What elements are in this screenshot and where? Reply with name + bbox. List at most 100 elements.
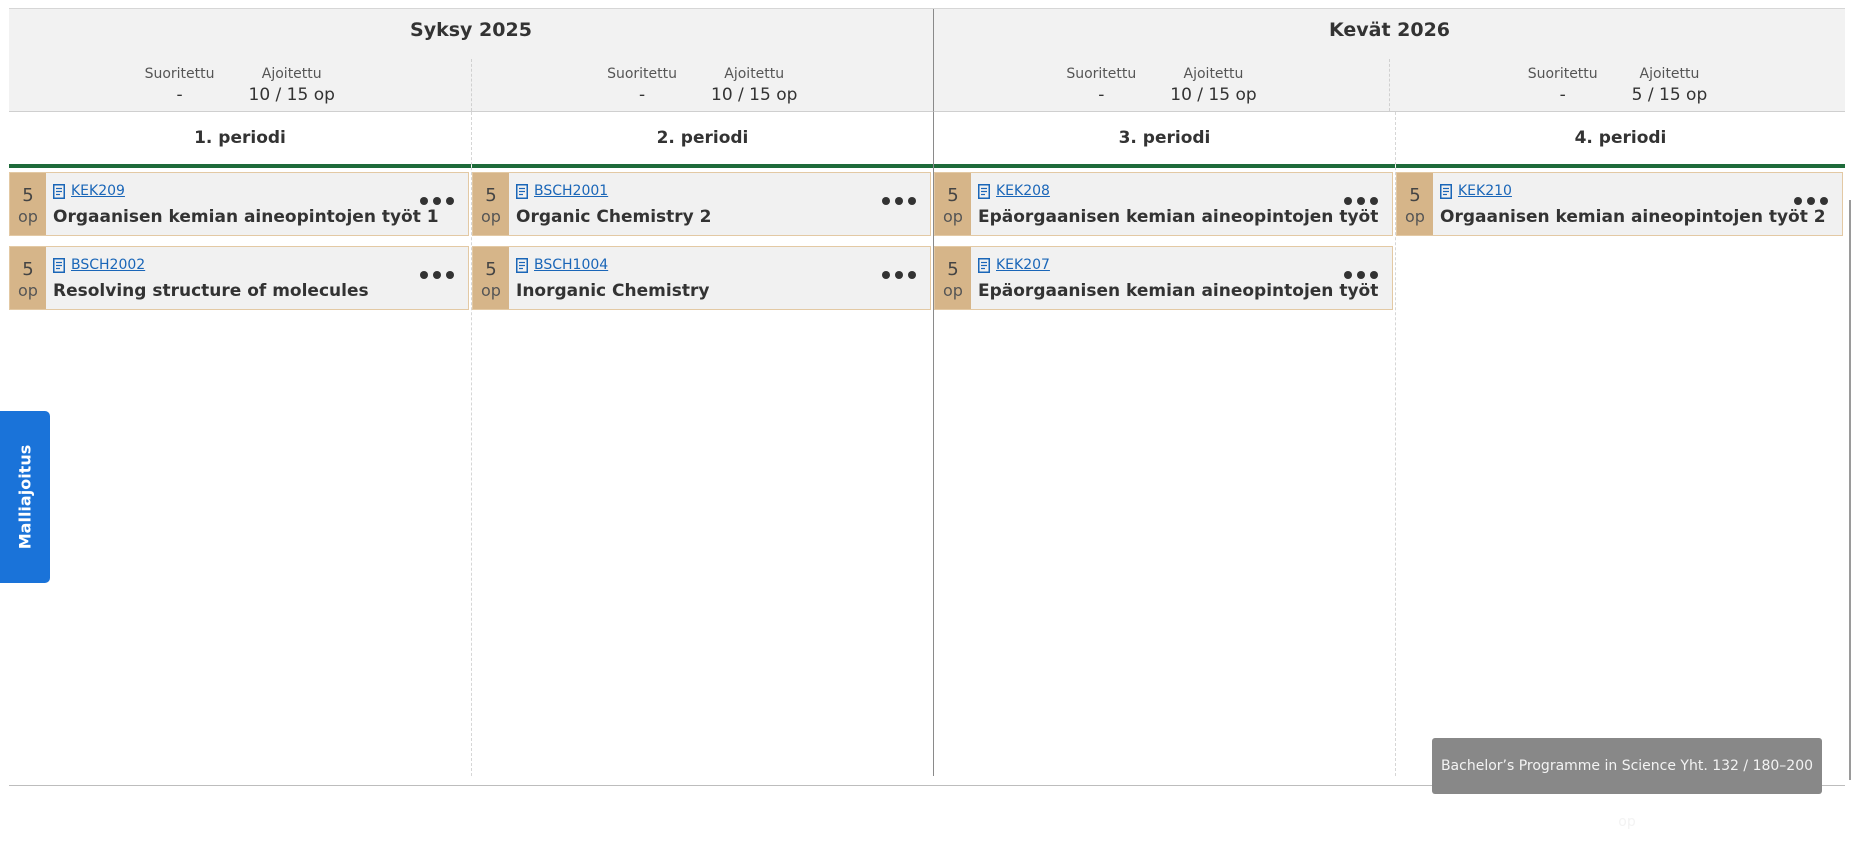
more-horizontal-icon <box>420 271 428 279</box>
credit-unit: op <box>943 281 963 300</box>
more-options-button[interactable] <box>1344 189 1378 213</box>
course-card[interactable]: 5 op BSCH2002 Resolving structure of mol… <box>9 246 469 310</box>
more-horizontal-icon <box>446 197 454 205</box>
more-horizontal-icon <box>1794 197 1802 205</box>
credit-unit: op <box>18 281 38 300</box>
credit-badge: 5 op <box>935 247 971 309</box>
credit-badge: 5 op <box>473 173 509 235</box>
completed-stat: Suoritettu - <box>145 66 215 105</box>
more-horizontal-icon <box>1820 197 1828 205</box>
course-card[interactable]: 5 op BSCH2001 Organic Chemistry 2 <box>472 172 931 236</box>
more-options-button[interactable] <box>882 189 916 213</box>
scheduled-stat: Ajoitettu 10 / 15 op <box>249 66 335 105</box>
scheduled-label: Ajoitettu <box>1183 66 1244 82</box>
credit-badge: 5 op <box>935 173 971 235</box>
programme-summary-toast: Bachelor’s Programme in Science Yht. 132… <box>1432 738 1822 830</box>
course-card[interactable]: 5 op KEK208 Epäorgaanisen kemian aineopi… <box>934 172 1393 236</box>
course-code-link[interactable]: BSCH2002 <box>71 257 145 273</box>
semester-title: Syksy 2025 <box>410 19 532 41</box>
course-card[interactable]: 5 op BSCH1004 Inorganic Chemistry <box>472 246 931 310</box>
credit-value: 5 <box>485 185 497 206</box>
completed-label: Suoritettu <box>144 66 215 82</box>
vertical-scrollbar[interactable] <box>1849 200 1851 780</box>
completed-label: Suoritettu <box>607 66 678 82</box>
period-stats: Suoritettu - Ajoitettu 10 / 15 op <box>934 59 1389 111</box>
document-icon <box>978 257 990 273</box>
course-name: Epäorgaanisen kemian aineopintojen työt <box>978 281 1379 301</box>
course-code-link[interactable]: BSCH1004 <box>534 257 608 273</box>
semester-title: Kevät 2026 <box>1328 19 1451 41</box>
scheduled-value: 10 / 15 op <box>711 85 798 105</box>
scheduled-stat: Ajoitettu 10 / 15 op <box>1170 66 1256 105</box>
credit-value: 5 <box>22 259 34 280</box>
document-icon <box>978 183 990 199</box>
more-options-button[interactable] <box>1794 189 1828 213</box>
more-horizontal-icon <box>433 197 441 205</box>
credit-value: 5 <box>485 259 497 280</box>
credit-unit: op <box>481 281 501 300</box>
malliajoitus-tab[interactable]: Malliajoitus <box>0 411 50 583</box>
semester-header: Syksy 2025 Suoritettu - Ajoitettu 10 / 1… <box>9 9 933 112</box>
scheduled-value: 5 / 15 op <box>1631 85 1708 105</box>
completed-value: - <box>176 85 183 105</box>
credit-unit: op <box>18 207 38 226</box>
scheduled-label: Ajoitettu <box>724 66 785 82</box>
credit-unit: op <box>1405 207 1425 226</box>
more-horizontal-icon <box>420 197 428 205</box>
period-title: 1. periodi <box>9 112 471 168</box>
more-options-button[interactable] <box>420 263 454 287</box>
completed-stat: Suoritettu - <box>607 66 677 105</box>
course-name: Orgaanisen kemian aineopintojen työt 1 <box>53 207 439 227</box>
period-column: 4. periodi 5 op KEK210 Orgaanisen kemian… <box>1395 112 1845 776</box>
more-horizontal-icon <box>1357 271 1365 279</box>
semester-stats: Suoritettu - Ajoitettu 10 / 15 op Suorit… <box>9 59 933 111</box>
more-horizontal-icon <box>1370 271 1378 279</box>
semester-header-row: Syksy 2025 Suoritettu - Ajoitettu 10 / 1… <box>9 9 1845 112</box>
more-horizontal-icon <box>1807 197 1815 205</box>
completed-value: - <box>1559 85 1566 105</box>
credit-unit: op <box>943 207 963 226</box>
document-icon <box>53 183 65 199</box>
course-card[interactable]: 5 op KEK209 Orgaanisen kemian aineopinto… <box>9 172 469 236</box>
period-stats: Suoritettu - Ajoitettu 5 / 15 op <box>1389 59 1845 111</box>
study-plan-board: Syksy 2025 Suoritettu - Ajoitettu 10 / 1… <box>9 8 1845 786</box>
period-stats: Suoritettu - Ajoitettu 10 / 15 op <box>9 59 471 111</box>
scheduled-stat: Ajoitettu 10 / 15 op <box>711 66 797 105</box>
period-title: 4. periodi <box>1396 112 1845 168</box>
more-horizontal-icon <box>1370 197 1378 205</box>
more-horizontal-icon <box>1344 197 1352 205</box>
period-title: 3. periodi <box>934 112 1395 168</box>
completed-value: - <box>1098 85 1105 105</box>
period-column: 2. periodi 5 op BSCH2001 Organic Chemist… <box>471 112 933 776</box>
course-code-link[interactable]: KEK207 <box>996 257 1050 273</box>
period-column: 3. periodi 5 op KEK208 Epäorgaanisen kem… <box>933 112 1395 776</box>
more-options-button[interactable] <box>1344 263 1378 287</box>
credit-badge: 5 op <box>10 173 46 235</box>
course-code-link[interactable]: KEK209 <box>71 183 125 199</box>
period-title: 2. periodi <box>472 112 933 168</box>
credit-badge: 5 op <box>473 247 509 309</box>
scheduled-label: Ajoitettu <box>1639 66 1700 82</box>
semester-header: Kevät 2026 Suoritettu - Ajoitettu 10 / 1… <box>933 9 1845 112</box>
course-code-link[interactable]: KEK210 <box>1458 183 1512 199</box>
course-code-link[interactable]: KEK208 <box>996 183 1050 199</box>
course-code-link[interactable]: BSCH2001 <box>534 183 608 199</box>
more-horizontal-icon <box>433 271 441 279</box>
more-options-button[interactable] <box>882 263 916 287</box>
more-horizontal-icon <box>908 271 916 279</box>
course-name: Orgaanisen kemian aineopintojen työt 2 <box>1440 207 1826 227</box>
more-options-button[interactable] <box>420 189 454 213</box>
more-horizontal-icon <box>895 197 903 205</box>
course-name: Resolving structure of molecules <box>53 281 369 301</box>
more-horizontal-icon <box>882 197 890 205</box>
course-card[interactable]: 5 op KEK207 Epäorgaanisen kemian aineopi… <box>934 246 1393 310</box>
course-name: Epäorgaanisen kemian aineopintojen työt <box>978 207 1379 227</box>
semester-stats: Suoritettu - Ajoitettu 10 / 15 op Suorit… <box>934 59 1845 111</box>
more-horizontal-icon <box>882 271 890 279</box>
more-horizontal-icon <box>446 271 454 279</box>
document-icon <box>516 257 528 273</box>
scheduled-value: 10 / 15 op <box>248 85 335 105</box>
more-horizontal-icon <box>1344 271 1352 279</box>
scheduled-stat: Ajoitettu 5 / 15 op <box>1632 66 1708 105</box>
course-card[interactable]: 5 op KEK210 Orgaanisen kemian aineopinto… <box>1396 172 1843 236</box>
